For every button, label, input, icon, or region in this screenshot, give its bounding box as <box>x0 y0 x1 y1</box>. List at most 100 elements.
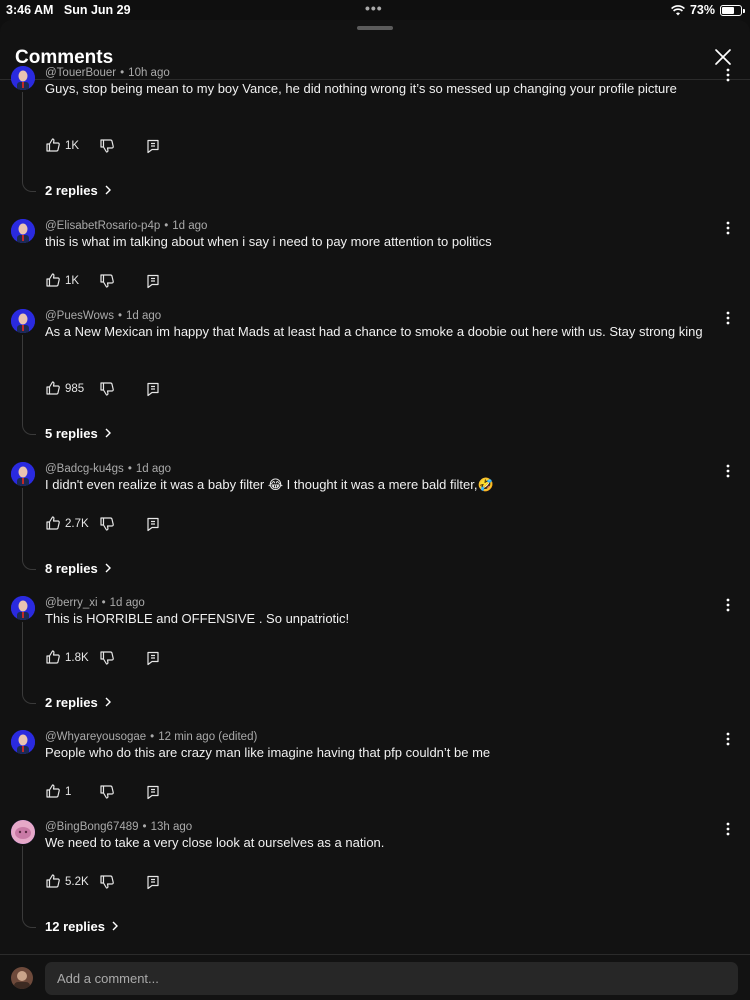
chevron-right-icon <box>104 561 112 576</box>
view-replies-button[interactable]: 2 replies <box>45 183 112 198</box>
comment-composer <box>0 954 750 1000</box>
thread-line <box>22 92 36 192</box>
comment-text: As a New Mexican im happy that Mads at l… <box>45 324 703 339</box>
reply-icon[interactable] <box>145 516 161 532</box>
more-options-icon[interactable] <box>721 820 735 838</box>
like-count: 5.2K <box>65 876 89 888</box>
more-options-icon[interactable] <box>721 309 735 327</box>
comment-actions: 2.7K <box>45 515 161 534</box>
comment-meta: @Badcg-ku4gs • 1d ago <box>45 463 172 475</box>
comment-meta: @Whyareyousogae • 12 min ago (edited) <box>45 731 258 743</box>
like-icon <box>45 515 61 534</box>
avatar[interactable] <box>11 596 35 620</box>
reply-icon[interactable] <box>145 381 161 397</box>
more-options-icon[interactable] <box>721 219 735 237</box>
avatar[interactable] <box>11 219 35 243</box>
more-options-icon[interactable] <box>721 66 735 84</box>
avatar[interactable] <box>11 730 35 754</box>
like-button[interactable]: 1K <box>45 137 95 156</box>
more-options-icon[interactable] <box>721 730 735 748</box>
more-options-icon[interactable] <box>721 596 735 614</box>
comment-actions: 985 <box>45 380 161 399</box>
comment-author[interactable]: @ElisabetRosario-p4p <box>45 220 160 232</box>
dislike-icon[interactable] <box>99 516 115 532</box>
view-replies-button[interactable]: 5 replies <box>45 426 112 441</box>
like-button[interactable]: 1K <box>45 272 95 291</box>
wifi-icon <box>671 4 685 15</box>
replies-label: 12 replies <box>45 919 105 932</box>
view-replies-button[interactable]: 2 replies <box>45 695 112 710</box>
multitasking-dots-icon[interactable]: ••• <box>365 0 383 16</box>
comment-list[interactable]: @TouerBouer • 10h ago Guys, stop being mean… <box>0 62 750 932</box>
comment-author[interactable]: @TouerBouer <box>45 67 116 79</box>
view-replies-button[interactable]: 12 replies <box>45 919 119 932</box>
comment-meta: @TouerBouer • 10h ago <box>45 67 170 79</box>
comment-time: 1d ago <box>109 597 145 609</box>
comment-text: this is what im talking about when i say… <box>45 234 492 249</box>
like-count: 2.7K <box>65 518 89 530</box>
chevron-right-icon <box>111 919 119 932</box>
reply-icon[interactable] <box>145 784 161 800</box>
comment-text: We need to take a very close look at our… <box>45 835 385 850</box>
comment-author[interactable]: @BingBong67489 <box>45 821 139 833</box>
replies-label: 2 replies <box>45 695 98 710</box>
reply-icon[interactable] <box>145 650 161 666</box>
chevron-right-icon <box>104 183 112 198</box>
status-date: Sun Jun 29 <box>63 3 131 17</box>
avatar[interactable] <box>11 309 35 333</box>
comment-text: Guys, stop being mean to my boy Vance, h… <box>45 81 677 96</box>
avatar[interactable] <box>11 820 35 844</box>
comment-author[interactable]: @Whyareyousogae <box>45 731 146 743</box>
add-comment-input[interactable] <box>45 962 738 995</box>
like-count: 1 <box>65 786 72 798</box>
like-button[interactable]: 2.7K <box>45 515 95 534</box>
thread-line <box>22 488 36 570</box>
dislike-icon[interactable] <box>99 650 115 666</box>
comment-time: 13h ago <box>150 821 193 833</box>
comment-meta: @PuesWows • 1d ago <box>45 310 162 322</box>
like-icon <box>45 137 61 156</box>
comment-meta: @BingBong67489 • 13h ago <box>45 821 193 833</box>
like-icon <box>45 649 61 668</box>
comment-actions: 5.2K <box>45 873 161 892</box>
replies-label: 2 replies <box>45 183 98 198</box>
comment-author[interactable]: @PuesWows <box>45 310 114 322</box>
reply-icon[interactable] <box>145 273 161 289</box>
comment-time: 10h ago <box>128 67 170 79</box>
comment-time: 1d ago <box>135 463 172 475</box>
chevron-right-icon <box>104 695 112 710</box>
like-icon <box>45 783 61 802</box>
battery-percent: 73% <box>689 3 715 17</box>
thread-line <box>22 622 36 704</box>
comment-actions: 1 <box>45 783 161 802</box>
drag-handle[interactable] <box>357 26 393 30</box>
dislike-icon[interactable] <box>99 381 115 397</box>
dislike-icon[interactable] <box>99 273 115 289</box>
like-button[interactable]: 985 <box>45 380 95 399</box>
status-right: 73% <box>671 3 745 17</box>
like-count: 1K <box>65 275 80 287</box>
comment-author[interactable]: @Badcg-ku4gs <box>45 463 124 475</box>
dislike-icon[interactable] <box>99 874 115 890</box>
comment-actions: 1K <box>45 137 161 156</box>
like-count: 1K <box>65 140 80 152</box>
like-count: 985 <box>65 383 85 395</box>
status-bar: 3:46 AM Sun Jun 29 ••• 73% <box>0 0 750 20</box>
comment-author[interactable]: @berry_xi <box>45 597 98 609</box>
avatar[interactable] <box>11 66 35 90</box>
reply-icon[interactable] <box>145 874 161 890</box>
like-icon <box>45 272 61 291</box>
like-button[interactable]: 1 <box>45 783 95 802</box>
comment-actions: 1.8K <box>45 649 161 668</box>
like-icon <box>45 873 61 892</box>
status-time: 3:46 AM Sun Jun 29 <box>6 3 131 17</box>
chevron-right-icon <box>104 426 112 441</box>
view-replies-button[interactable]: 8 replies <box>45 561 112 576</box>
reply-icon[interactable] <box>145 138 161 154</box>
like-button[interactable]: 1.8K <box>45 649 95 668</box>
more-options-icon[interactable] <box>721 462 735 480</box>
avatar[interactable] <box>11 462 35 486</box>
dislike-icon[interactable] <box>99 784 115 800</box>
like-button[interactable]: 5.2K <box>45 873 95 892</box>
dislike-icon[interactable] <box>99 138 115 154</box>
